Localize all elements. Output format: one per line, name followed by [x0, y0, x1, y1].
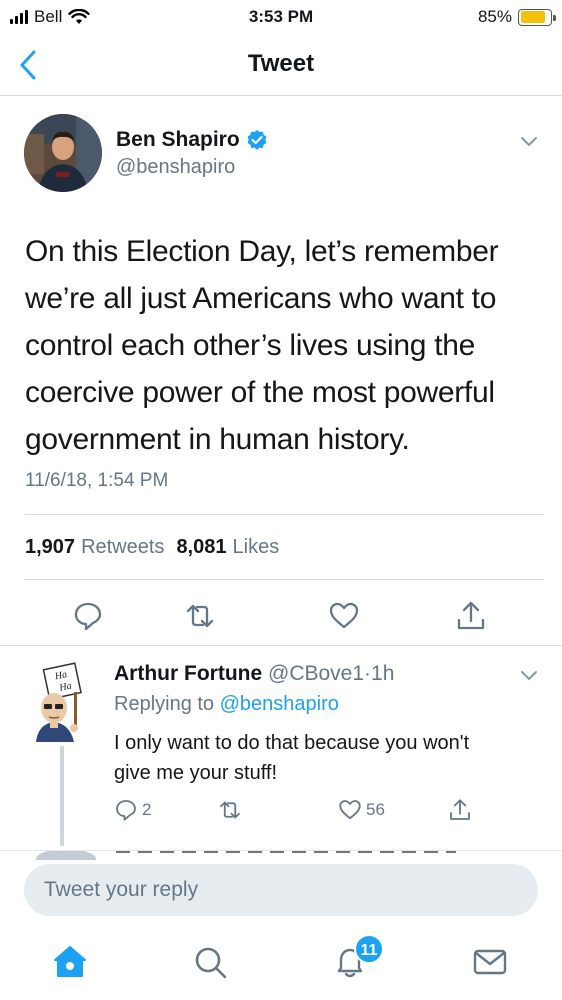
reply-count: 2	[142, 800, 152, 819]
replying-to-mention[interactable]: @benshapiro	[220, 693, 339, 715]
chevron-down-icon[interactable]	[520, 670, 538, 682]
meta-separator: ·	[364, 662, 372, 685]
author-name[interactable]: Ben Shapiro	[116, 128, 268, 152]
tweet-stats: 1,907 Retweets 8,081 Likes	[25, 536, 279, 559]
replying-to: Replying to @benshapiro	[114, 693, 339, 716]
reply-text-line: I only want to do that because you won't	[114, 732, 470, 754]
reply-text: I only want to do that because you won't…	[114, 728, 544, 788]
like-heart-icon	[339, 800, 361, 820]
battery-percent: 85%	[477, 7, 512, 26]
like-count[interactable]: 8,081	[176, 536, 226, 559]
verified-badge-icon	[247, 130, 267, 150]
reply-actions: 2 56	[114, 798, 554, 828]
tab-bar: 11	[0, 920, 562, 1000]
divider	[25, 579, 544, 580]
mail-icon[interactable]	[470, 942, 510, 982]
reply-reply-button[interactable]: 2	[114, 798, 151, 822]
tweet-text-line: government in human history.	[25, 423, 410, 456]
tweet-text-line: coercive power of the most powerful	[25, 376, 495, 409]
reply-share-button[interactable]	[448, 798, 472, 822]
share-icon	[450, 799, 470, 820]
retweet-label[interactable]: Retweets	[81, 536, 164, 559]
reply-icon	[116, 800, 136, 821]
share-icon[interactable]	[455, 600, 487, 632]
author-name-text[interactable]: Ben Shapiro	[116, 128, 240, 152]
reply-like-button[interactable]: 56	[338, 798, 385, 822]
reply-text-line: give me your stuff!	[114, 762, 278, 784]
notification-badge: 11	[354, 934, 384, 964]
thread-line	[60, 746, 64, 846]
next-reply-peek[interactable]	[0, 850, 562, 860]
battery-icon	[518, 8, 556, 26]
divider	[25, 514, 544, 515]
avatar[interactable]: Ha Ha	[30, 662, 96, 742]
like-count: 56	[366, 800, 385, 819]
status-right: 85%	[477, 7, 556, 27]
retweet-count[interactable]: 1,907	[25, 536, 75, 559]
reply-tweet[interactable]: Ha Ha Arthur Fortune @CBove1·1h Replying…	[0, 646, 562, 851]
retweet-icon	[220, 801, 240, 819]
tweet-text: On this Election Day, let’s remember we’…	[25, 228, 545, 463]
home-icon[interactable]	[50, 942, 90, 982]
reply-author-name[interactable]: Arthur Fortune	[114, 662, 262, 685]
like-label[interactable]: Likes	[233, 536, 280, 559]
search-icon[interactable]	[190, 942, 230, 982]
reply-input[interactable]: Tweet your reply	[24, 864, 538, 916]
tweet-timestamp: 11/6/18, 1:54 PM	[25, 470, 169, 491]
retweet-icon[interactable]	[184, 600, 216, 632]
author-handle[interactable]: @benshapiro	[116, 156, 235, 179]
tweet-actions	[0, 596, 562, 636]
reply-header: Arthur Fortune @CBove1·1h	[114, 662, 394, 686]
tweet-text-line: control each other’s lives using the	[25, 329, 476, 362]
tweet-text-line: we’re all just Americans who want to	[25, 282, 497, 315]
reply-retweet-button[interactable]	[218, 798, 242, 822]
nav-header: Tweet	[0, 34, 562, 96]
next-reply-header	[116, 851, 456, 853]
tweet-text-line: On this Election Day, let’s remember	[25, 235, 499, 268]
avatar[interactable]	[24, 114, 102, 192]
compose-bar: Tweet your reply	[0, 860, 562, 920]
avatar	[36, 851, 96, 860]
reply-icon[interactable]	[72, 600, 104, 632]
status-bar: Bell 3:53 PM 85%	[0, 0, 562, 34]
like-heart-icon[interactable]	[328, 600, 360, 632]
reply-author-handle[interactable]: @CBove1	[268, 662, 364, 685]
reply-age: 1h	[371, 662, 395, 685]
page-title: Tweet	[247, 50, 315, 77]
chevron-down-icon[interactable]	[520, 136, 538, 148]
replying-to-label: Replying to	[114, 693, 215, 715]
